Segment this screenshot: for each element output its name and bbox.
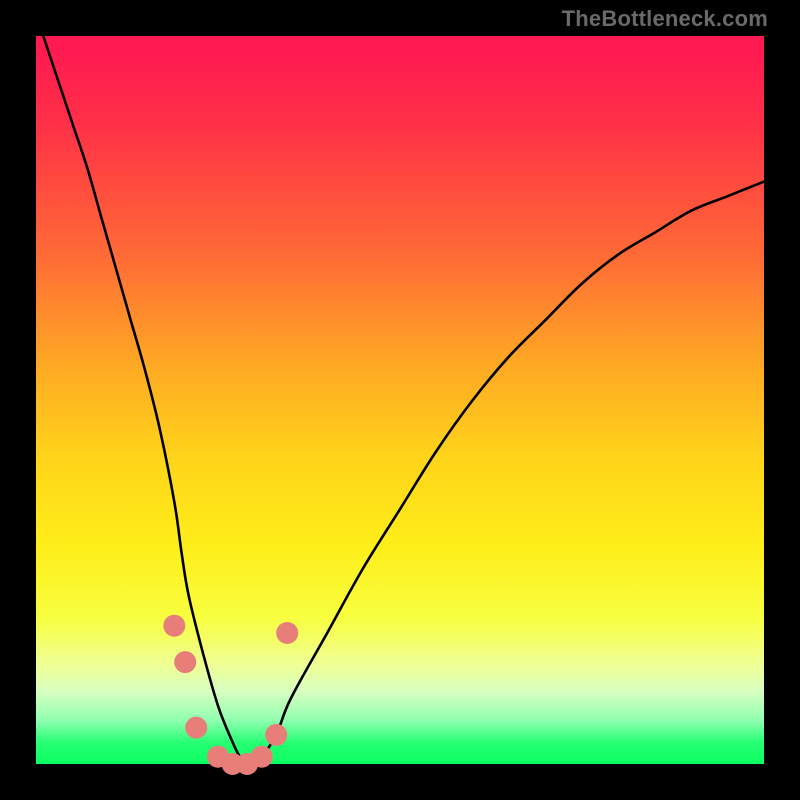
data-point	[163, 615, 185, 637]
chart-frame: TheBottleneck.com	[0, 0, 800, 800]
bottleneck-curve	[43, 36, 764, 765]
data-points-group	[163, 615, 298, 775]
data-point	[185, 717, 207, 739]
data-point	[276, 622, 298, 644]
data-point	[265, 724, 287, 746]
data-point	[251, 746, 273, 768]
chart-svg	[36, 36, 764, 764]
data-point	[174, 651, 196, 673]
plot-area	[36, 36, 764, 764]
watermark-text: TheBottleneck.com	[562, 6, 768, 32]
